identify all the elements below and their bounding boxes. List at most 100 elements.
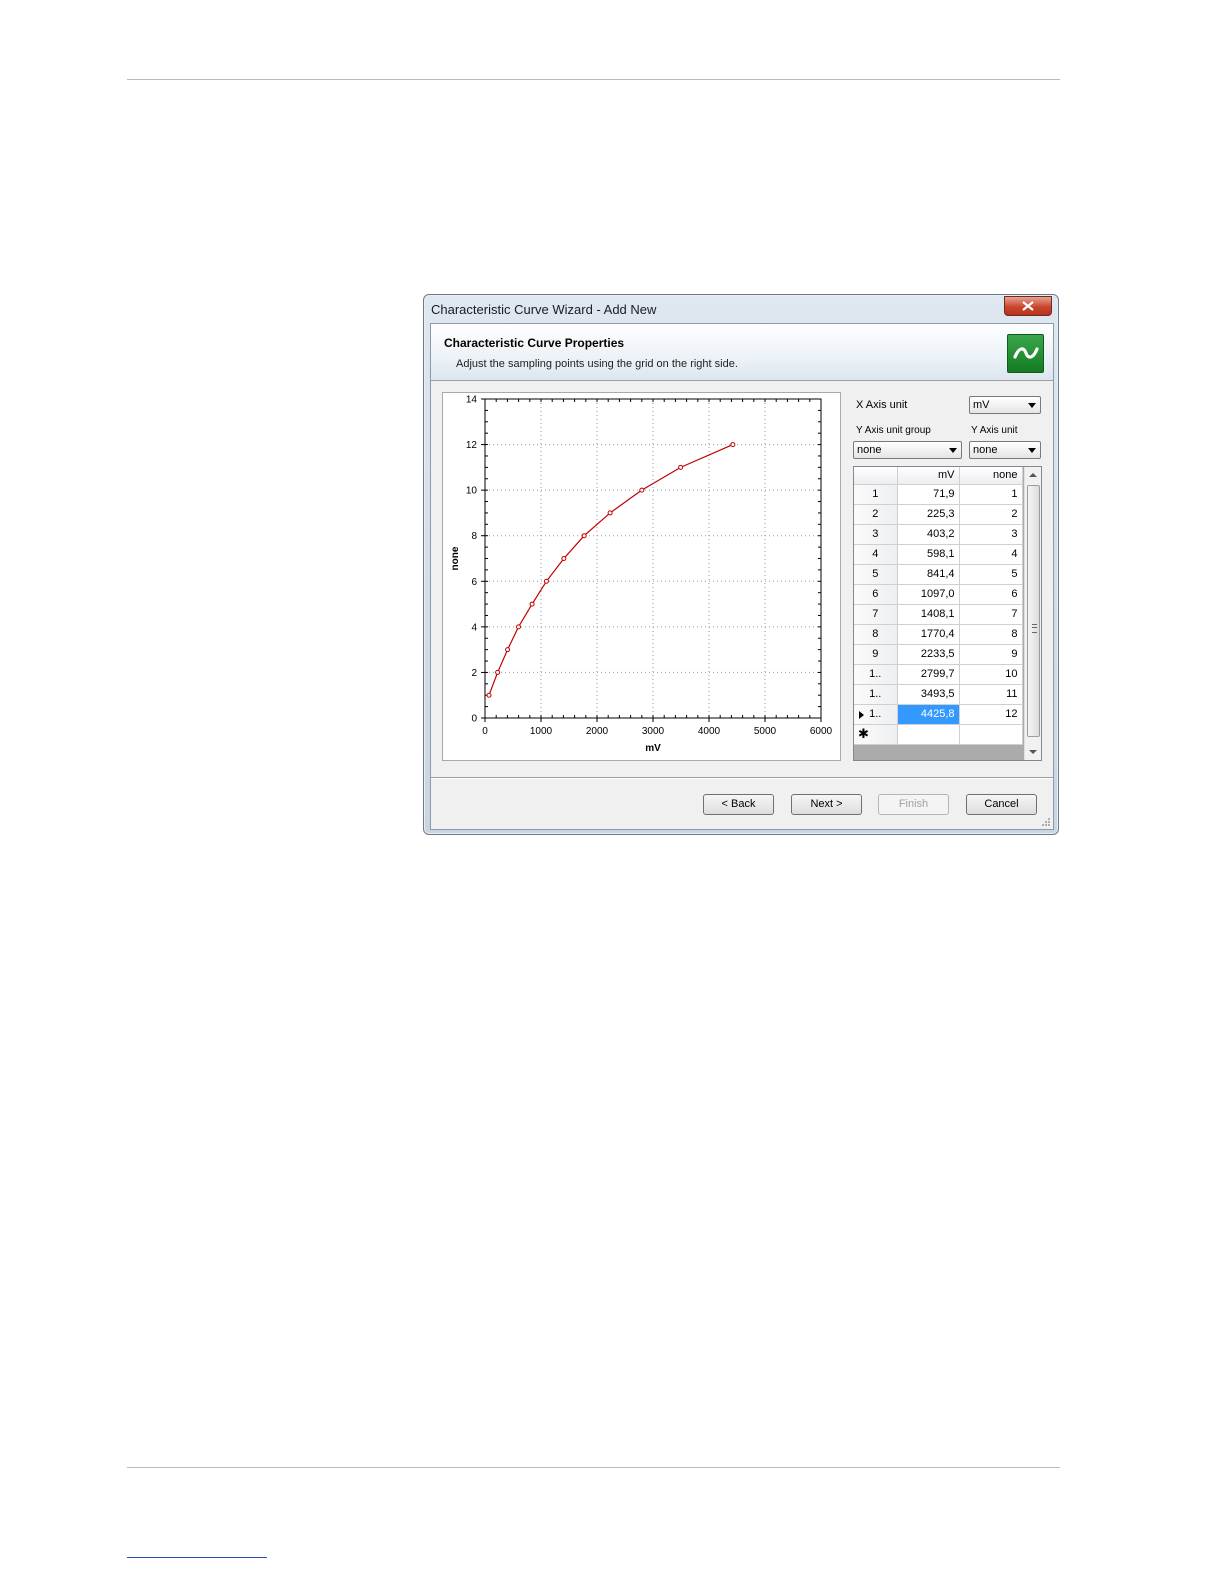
chevron-down-icon [1028,403,1036,408]
cell-y-value[interactable]: 4 [959,544,1023,565]
cell-y-value[interactable]: 5 [959,564,1023,585]
chevron-down-icon [1028,448,1036,453]
footer-link-underline[interactable] [127,1557,267,1558]
row-header[interactable]: 5 [854,564,898,585]
data-point [486,692,492,698]
table-row[interactable]: 5 841,4 5 [854,564,1023,585]
cell-x-value[interactable]: 1408,1 [897,604,960,625]
row-header[interactable]: 1.. [854,704,898,725]
cell-x-value[interactable]: 403,2 [897,524,960,545]
row-header[interactable]: 1.. [854,664,898,685]
cell-y-value[interactable]: 12 [959,704,1023,725]
cell-x-value[interactable]: 1770,4 [897,624,960,645]
new-row-x-cell[interactable] [897,724,960,745]
row-index: 1.. [869,668,882,680]
table-row[interactable]: 6 1097,0 6 [854,584,1023,605]
x-axis-unit-dropdown[interactable]: mV [969,396,1041,414]
plot-frame [484,398,822,719]
row-index: 1.. [869,688,882,700]
row-header[interactable]: 8 [854,624,898,645]
new-row-y-cell[interactable] [959,724,1023,745]
cell-x-value[interactable]: 598,1 [897,544,960,565]
curve-chart-svg: 0 1000 2000 3000 4000 5000 6000 0 2 4 6 8 10 12 14 mV no… [450,395,833,755]
cell-x-value[interactable]: 2799,7 [897,664,960,685]
table-row[interactable]: 7 1408,1 7 [854,604,1023,625]
y-axis-unit-group-value: none [857,444,882,456]
y-tick-label: 14 [466,395,478,406]
grid-corner-cell [854,467,898,485]
data-point [495,669,501,675]
chevron-down-icon [949,448,957,453]
button-separator [431,777,1053,779]
cell-y-value[interactable]: 10 [959,664,1023,685]
y-tick-label: 10 [466,486,478,497]
cell-x-value[interactable]: 4425,8 [897,704,960,725]
table-row[interactable]: 2 225,3 2 [854,504,1023,525]
cell-x-value[interactable]: 1097,0 [897,584,960,605]
cancel-button[interactable]: Cancel [966,794,1037,815]
tilde-icon [1012,346,1039,359]
grid-column-header-y[interactable]: none [959,467,1023,485]
y-axis-unit-label: Y Axis unit [971,425,1018,436]
x-tick-label: 3000 [642,726,665,737]
table-row[interactable]: 1 71,9 1 [854,484,1023,505]
y-tick-label: 0 [471,714,477,725]
table-row[interactable]: 4 598,1 4 [854,544,1023,565]
table-row[interactable]: 3 403,2 3 [854,524,1023,545]
cell-y-value[interactable]: 6 [959,584,1023,605]
next-button[interactable]: Next > [791,794,862,815]
cell-x-value[interactable]: 2233,5 [897,644,960,665]
grid-column-header-x[interactable]: mV [897,467,960,485]
cell-x-value[interactable]: 225,3 [897,504,960,525]
table-row[interactable]: 8 1770,4 8 [854,624,1023,645]
page-footer-rule [127,1467,1060,1468]
table-row[interactable]: 1.. 2799,7 10 [854,664,1023,685]
row-index: 3 [872,528,879,540]
table-row[interactable]: 1.. 4425,8 12 [854,704,1023,725]
scroll-down-icon[interactable] [1029,750,1037,754]
row-header[interactable]: 4 [854,544,898,565]
grid-table: mV none 1 71,9 1 2 225,3 2 3 403,2 3 4 598,1 4 5 841,… [854,467,1023,745]
x-tick-label: 4000 [698,726,721,737]
cell-x-value[interactable]: 3493,5 [897,684,960,705]
row-index: 1.. [869,708,882,720]
cell-x-value[interactable]: 841,4 [897,564,960,585]
row-index: 9 [872,648,879,660]
sampling-points-grid[interactable]: mV none 1 71,9 1 2 225,3 2 3 403,2 3 4 598,1 4 5 841,… [853,466,1042,761]
cell-y-value[interactable]: 9 [959,644,1023,665]
resize-grip-icon[interactable] [1041,817,1051,827]
cell-y-value[interactable]: 3 [959,524,1023,545]
x-tick-label: 0 [482,726,488,737]
close-button[interactable] [1004,296,1052,316]
cell-y-value[interactable]: 7 [959,604,1023,625]
cell-y-value[interactable]: 8 [959,624,1023,645]
row-header[interactable]: 3 [854,524,898,545]
table-row[interactable]: 1.. 3493,5 11 [854,684,1023,705]
back-button[interactable]: < Back [703,794,774,815]
grip-icon [1032,624,1037,633]
row-header[interactable]: 1 [854,484,898,505]
y-tick-label: 4 [471,622,477,633]
y-axis-unit-dropdown[interactable]: none [969,441,1041,459]
row-header[interactable]: 9 [854,644,898,665]
grid-scrollbar[interactable] [1024,467,1041,760]
row-header[interactable]: 2 [854,504,898,525]
cell-y-value[interactable]: 1 [959,484,1023,505]
page-subtitle: Adjust the sampling points using the gri… [456,358,738,370]
scroll-thumb[interactable] [1027,485,1040,737]
cell-y-value[interactable]: 2 [959,504,1023,525]
table-row[interactable]: 9 2233,5 9 [854,644,1023,665]
y-axis-unit-group-dropdown[interactable]: none [853,441,962,459]
cell-y-value[interactable]: 11 [959,684,1023,705]
row-header[interactable]: 7 [854,604,898,625]
cell-x-value[interactable]: 71,9 [897,484,960,505]
new-row[interactable]: ✱ [854,724,1023,745]
row-header[interactable]: 1.. [854,684,898,705]
scroll-up-icon[interactable] [1029,473,1037,477]
y-tick-label: 12 [466,440,478,451]
data-point [505,647,511,653]
row-header[interactable]: 6 [854,584,898,605]
x-axis-title: mV [645,743,661,754]
data-point [561,556,567,561]
data-point [607,510,613,516]
